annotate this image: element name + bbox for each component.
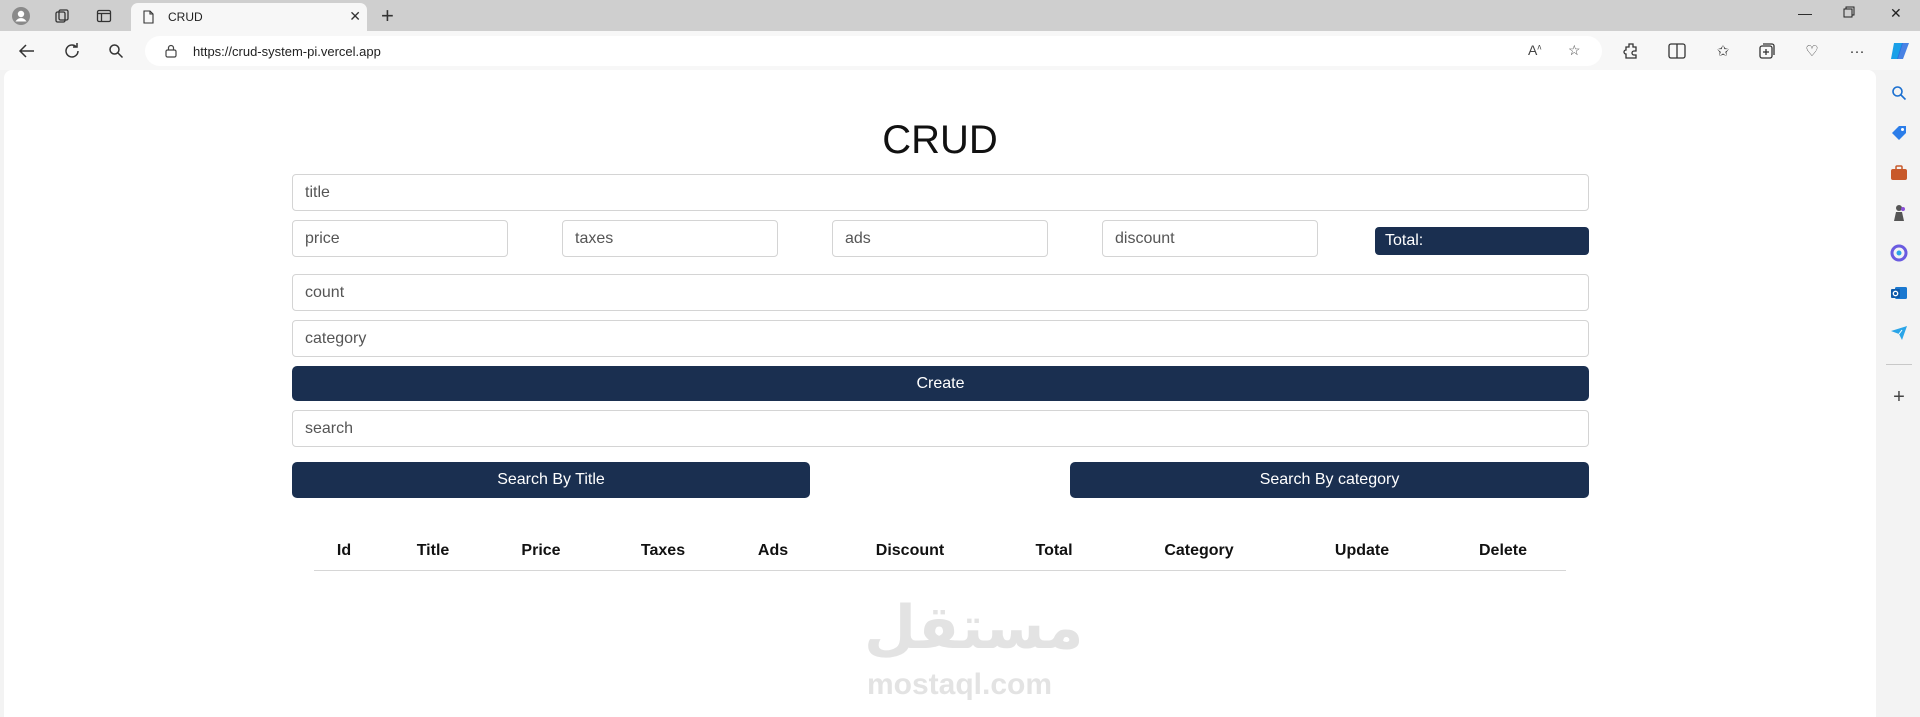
extensions-icon[interactable] bbox=[1620, 40, 1642, 62]
column-header-discount: Discount bbox=[875, 542, 945, 559]
taxes-input[interactable] bbox=[562, 220, 778, 257]
tab-title: CRUD bbox=[168, 10, 203, 24]
tools-icon[interactable] bbox=[1888, 162, 1910, 184]
watermark-logo-latin: mostaql.com bbox=[867, 668, 1053, 701]
column-header-id: Id bbox=[336, 542, 352, 559]
column-header-update: Update bbox=[1334, 542, 1390, 559]
browser-toolbar: https://crud-system-pi.vercel.app Aʌ ☆ ✩… bbox=[0, 31, 1920, 70]
count-input[interactable] bbox=[292, 274, 1589, 311]
discount-input[interactable] bbox=[1102, 220, 1318, 257]
search-input[interactable] bbox=[292, 410, 1589, 447]
workspaces-icon[interactable] bbox=[51, 5, 73, 27]
column-header-category: Category bbox=[1164, 542, 1234, 559]
games-icon[interactable] bbox=[1888, 202, 1910, 224]
search-by-category-button[interactable]: Search By category bbox=[1070, 462, 1589, 498]
title-input[interactable] bbox=[292, 174, 1589, 211]
close-window-icon[interactable]: ✕ bbox=[1890, 5, 1902, 22]
total-display: Total: bbox=[1375, 227, 1589, 255]
collections-icon[interactable] bbox=[1756, 40, 1778, 62]
products-table: Id Title Price Taxes Ads Discount Total … bbox=[314, 530, 1566, 571]
edge-sidebar: + bbox=[1878, 70, 1920, 717]
copilot-icon[interactable] bbox=[1887, 38, 1913, 64]
total-label: Total: bbox=[1385, 232, 1424, 249]
page-title: CRUD bbox=[882, 118, 998, 162]
read-aloud-icon[interactable]: Aʌ bbox=[1528, 42, 1541, 58]
drop-icon[interactable] bbox=[1888, 322, 1910, 344]
column-header-price: Price bbox=[521, 542, 561, 559]
shopping-tag-icon[interactable] bbox=[1888, 122, 1910, 144]
new-tab-icon[interactable]: + bbox=[381, 3, 394, 29]
create-button[interactable]: Create bbox=[292, 366, 1589, 401]
sidebar-divider bbox=[1886, 364, 1912, 365]
column-header-total: Total bbox=[1035, 542, 1073, 559]
category-input[interactable] bbox=[292, 320, 1589, 357]
profile-icon[interactable] bbox=[10, 5, 32, 27]
column-header-taxes: Taxes bbox=[640, 542, 686, 559]
ads-input[interactable] bbox=[832, 220, 1048, 257]
favorite-star-icon[interactable]: ☆ bbox=[1568, 42, 1581, 59]
close-icon[interactable]: ✕ bbox=[349, 8, 361, 25]
column-header-title: Title bbox=[416, 542, 450, 559]
column-header-ads: Ads bbox=[757, 542, 789, 559]
url-text[interactable]: https://crud-system-pi.vercel.app bbox=[193, 44, 381, 59]
search-icon[interactable] bbox=[1888, 82, 1910, 104]
more-icon[interactable]: ··· bbox=[1846, 40, 1868, 62]
outlook-icon[interactable] bbox=[1888, 282, 1910, 304]
page-viewport: CRUD Total: Create Search By Title Searc… bbox=[4, 70, 1876, 717]
watermark-logo-arabic: مستقل bbox=[864, 593, 1084, 663]
microsoft-365-icon[interactable] bbox=[1888, 242, 1910, 264]
restore-icon[interactable] bbox=[1843, 5, 1855, 21]
browser-essentials-icon[interactable]: ♡ bbox=[1801, 40, 1823, 62]
favorites-icon[interactable]: ✩ bbox=[1712, 40, 1734, 62]
refresh-icon[interactable] bbox=[61, 40, 83, 62]
address-bar[interactable]: https://crud-system-pi.vercel.app Aʌ ☆ bbox=[145, 36, 1602, 66]
minimize-icon[interactable]: — bbox=[1798, 5, 1812, 21]
search-by-title-button[interactable]: Search By Title bbox=[292, 462, 810, 498]
tab-crud[interactable]: CRUD ✕ bbox=[131, 3, 367, 31]
lock-icon[interactable] bbox=[165, 44, 177, 63]
page-icon bbox=[143, 10, 154, 24]
back-icon[interactable] bbox=[16, 40, 38, 62]
column-header-delete: Delete bbox=[1478, 542, 1528, 559]
price-input[interactable] bbox=[292, 220, 508, 257]
add-icon[interactable]: + bbox=[1888, 386, 1910, 408]
split-screen-icon[interactable] bbox=[1666, 40, 1688, 62]
tab-actions-icon[interactable] bbox=[93, 5, 115, 27]
search-icon[interactable] bbox=[105, 40, 127, 62]
browser-tab-bar: CRUD ✕ + — ✕ bbox=[0, 0, 1920, 31]
